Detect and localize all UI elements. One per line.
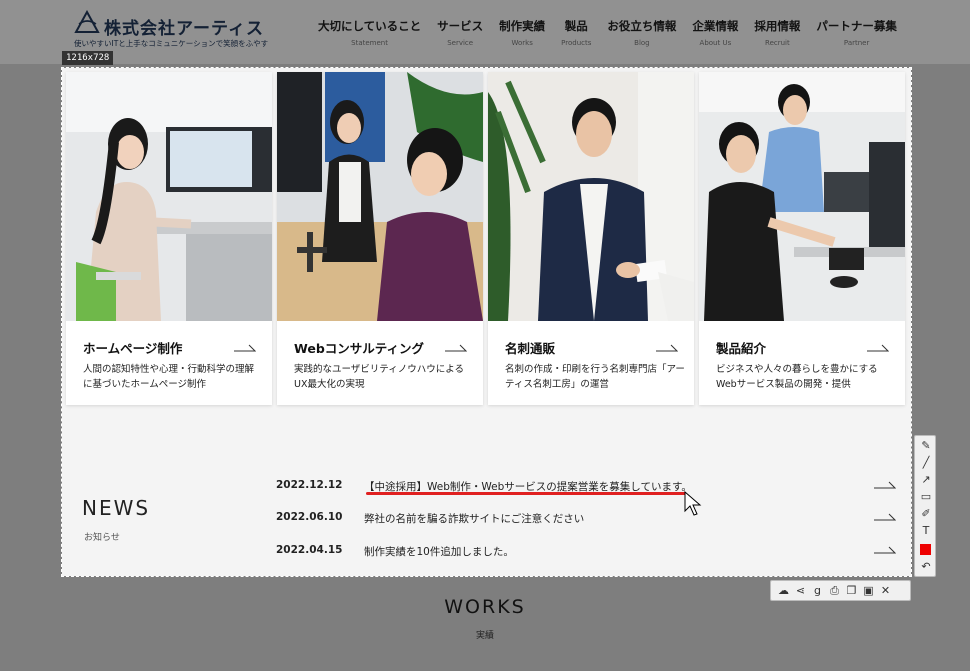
- marker-icon[interactable]: ✐: [918, 507, 934, 521]
- arrow-right-icon: [234, 344, 256, 352]
- card-photo-consulting: [277, 72, 483, 321]
- works-subheading: 実績: [475, 631, 494, 641]
- close-icon[interactable]: ✕: [877, 582, 894, 599]
- selection-size-label: 1216x728: [62, 51, 114, 65]
- news-date: 2022.04.15: [276, 544, 343, 556]
- undo-icon[interactable]: ↶: [918, 560, 934, 574]
- service-card[interactable]: 製品紹介 ビジネスや人々の暮らしを豊かにするWebサービス製品の開発・提供: [699, 72, 905, 405]
- service-cards: ホームページ制作 人間の認知特性や心理・行動科学の理解に基づいたホームページ制作: [66, 72, 910, 405]
- rectangle-icon[interactable]: ▭: [918, 490, 934, 504]
- news-title[interactable]: 弊社の名前を騙る詐欺サイトにご注意ください: [364, 511, 584, 526]
- copy-icon[interactable]: ❐: [843, 582, 860, 599]
- news-item[interactable]: 2022.04.15 制作実績を10件追加しました。: [276, 544, 896, 564]
- pen-icon[interactable]: ✎: [918, 439, 934, 453]
- card-photo-products: [699, 72, 905, 321]
- save-icon[interactable]: ▣: [860, 582, 877, 599]
- text-icon[interactable]: T: [918, 524, 934, 538]
- news-item[interactable]: 2022.12.12 【中途採用】Web制作・Webサービスの提案営業を募集して…: [276, 479, 896, 499]
- mouse-cursor-icon: [684, 491, 702, 516]
- news-heading: NEWS: [82, 496, 151, 520]
- arrow-right-icon: [874, 481, 896, 489]
- service-card[interactable]: ホームページ制作 人間の認知特性や心理・行動科学の理解に基づいたホームページ制作: [66, 72, 272, 405]
- card-description: 名刺の作成・印刷を行う名刺専門店「アーティス名刺工房」の運営: [505, 364, 685, 390]
- service-card[interactable]: 名刺通販 名刺の作成・印刷を行う名刺専門店「アーティス名刺工房」の運営: [488, 72, 694, 405]
- card-description: 人間の認知特性や心理・行動科学の理解に基づいたホームページ制作: [83, 364, 255, 390]
- capture-action-toolbar: ☁ ⋖ g ⎙ ❐ ▣ ✕: [770, 580, 911, 601]
- service-card[interactable]: Webコンサルティング 実践的なユーザビリティノウハウによるUX最大化の実現: [277, 72, 483, 405]
- news-title[interactable]: 制作実績を10件追加しました。: [364, 544, 514, 559]
- card-description: ビジネスや人々の暮らしを豊かにするWebサービス製品の開発・提供: [716, 364, 878, 390]
- news-date: 2022.06.10: [276, 511, 343, 523]
- news-date: 2022.12.12: [276, 479, 343, 491]
- news-item[interactable]: 2022.06.10 弊社の名前を騙る詐欺サイトにご注意ください: [276, 511, 896, 531]
- card-photo-office: [66, 72, 272, 321]
- annotation-underline: [366, 492, 686, 495]
- annotation-toolbar: ✎ ╱ ↗ ▭ ✐ T ↶: [914, 435, 936, 577]
- capture-selection[interactable]: ホームページ制作 人間の認知特性や心理・行動科学の理解に基づいたホームページ制作: [61, 67, 912, 577]
- cloud-upload-icon[interactable]: ☁: [775, 582, 792, 599]
- arrow-right-icon: [656, 344, 678, 352]
- card-title: Webコンサルティング: [294, 341, 425, 356]
- share-icon[interactable]: ⋖: [792, 582, 809, 599]
- arrow-right-icon: [874, 513, 896, 521]
- arrow-right-icon: [874, 546, 896, 554]
- arrow-right-icon: [867, 344, 889, 352]
- news-subheading: お知らせ: [84, 533, 120, 543]
- card-title: 名刺通販: [505, 341, 556, 356]
- line-icon[interactable]: ╱: [918, 456, 934, 470]
- arrow-right-icon: [445, 344, 467, 352]
- color-swatch[interactable]: [920, 544, 931, 555]
- google-icon[interactable]: g: [809, 582, 826, 599]
- card-title: ホームページ制作: [83, 341, 183, 356]
- print-icon[interactable]: ⎙: [826, 582, 843, 599]
- card-title: 製品紹介: [716, 341, 767, 356]
- screenshot-dim-overlay: [0, 0, 970, 64]
- arrow-tool-icon[interactable]: ↗: [918, 473, 934, 487]
- card-photo-business-card: [488, 72, 694, 321]
- card-description: 実践的なユーザビリティノウハウによるUX最大化の実現: [294, 364, 464, 390]
